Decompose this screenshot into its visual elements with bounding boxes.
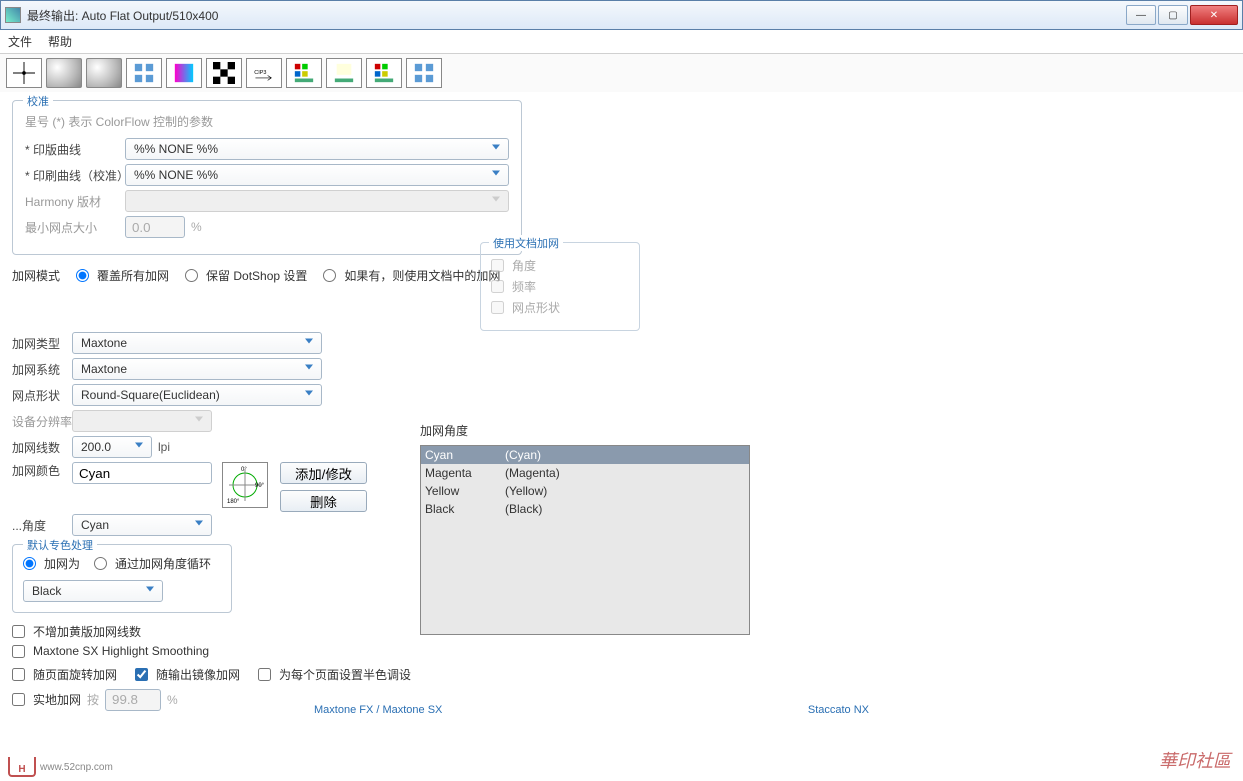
grid-tool-2-icon[interactable] [406,58,442,88]
colorflow-note: 星号 (*) 表示 ColorFlow 控制的参数 [25,113,509,130]
gradient-tool-icon[interactable] [166,58,202,88]
maxtone-sx-smoothing-check[interactable]: Maxtone SX Highlight Smoothing [12,644,1231,658]
rotate-with-page-check[interactable]: 随页面旋转加网 [12,666,117,683]
list-item[interactable]: Yellow(Yellow) [421,482,749,500]
doc-screen-group: 使用文档加网 角度 频率 网点形状 [480,242,640,331]
spot-cycle-radio[interactable]: 通过加网角度循环 [94,555,211,572]
mode-keep-dotshop-radio[interactable]: 保留 DotShop 设置 [185,267,307,284]
doc-freq-check: 频率 [491,278,629,295]
doc-shape-check: 网点形状 [491,299,629,316]
screen-color-input[interactable] [72,462,212,484]
app-icon [5,7,21,23]
menu-bar: 文件 帮助 [0,30,1243,54]
screen-lines-label: 加网线数 [12,439,72,456]
harmony-dropdown [125,190,509,212]
menu-help[interactable]: 帮助 [48,33,72,50]
footer-links: Maxtone FX / Maxtone SX Staccato NX [0,704,1243,716]
watermark-url: www.52cnp.com [40,762,113,773]
svg-text:180°: 180° [227,499,240,505]
doc-angle-check: 角度 [491,257,629,274]
spot-screen-as-radio[interactable]: 加网为 [23,555,80,572]
watermark-url-group: H www.52cnp.com [8,757,113,777]
mindot-input [125,216,185,238]
grid-tool-icon[interactable] [126,58,162,88]
doc-screen-legend: 使用文档加网 [489,235,563,251]
watermark-logo-icon: H [8,757,36,777]
mode-override-radio[interactable]: 覆盖所有加网 [76,267,169,284]
swatch-tool-2-icon[interactable] [326,58,362,88]
screen-system-label: 加网系统 [12,361,72,378]
angle-listbox[interactable]: Cyan(Cyan) Magenta(Magenta) Yellow(Yello… [420,445,750,635]
spot-color-fieldset: 默认专色处理 加网为 通过加网角度循环 Black [12,544,232,613]
screening-mode-label: 加网模式 [12,267,60,284]
menu-file[interactable]: 文件 [8,33,32,50]
mindot-unit: % [191,220,202,234]
plate-curve-label: * 印版曲线 [25,141,125,158]
list-item[interactable]: Magenta(Magenta) [421,464,749,482]
title-bar: 最终输出: Auto Flat Output/510x400 — ▢ ✕ [0,0,1243,30]
maximize-button[interactable]: ▢ [1158,5,1188,25]
at-angle-dropdown[interactable]: Cyan [72,514,212,536]
swatch-tool-1-icon[interactable] [286,58,322,88]
toolbar: CIP3 [0,54,1243,92]
mirror-with-output-check[interactable]: 随输出镜像加网 [135,666,240,683]
minimize-button[interactable]: — [1126,5,1156,25]
maxtone-link[interactable]: Maxtone FX / Maxtone SX [314,704,442,716]
at-angle-label: ...角度 [12,517,72,534]
spot-color-dropdown[interactable]: Black [23,580,163,602]
device-res-label: 设备分辨率 [12,413,72,430]
calibration-fieldset: 校准 星号 (*) 表示 ColorFlow 控制的参数 * 印版曲线 %% N… [12,100,522,255]
calibration-legend: 校准 [23,93,53,109]
screen-color-label: 加网颜色 [12,462,72,479]
svg-text:0°: 0° [241,467,247,473]
cip3-tool-icon[interactable]: CIP3 [246,58,282,88]
dot-shape-label: 网点形状 [12,387,72,404]
plate-curve-dropdown[interactable]: %% NONE %% [125,138,509,160]
screen-type-dropdown[interactable]: Maxtone [72,332,322,354]
print-curve-dropdown[interactable]: %% NONE %% [125,164,509,186]
svg-text:CIP3: CIP3 [254,70,266,76]
angle-wheel-icon[interactable]: 0° 90° 180° [222,462,268,508]
list-item[interactable]: Black(Black) [421,500,749,518]
spot-legend: 默认专色处理 [23,537,97,553]
dot-shape-dropdown[interactable]: Round-Square(Euclidean) [72,384,322,406]
swatch-tool-3-icon[interactable] [366,58,402,88]
screen-lines-dropdown[interactable]: 200.0 [72,436,152,458]
sphere-tool-1-icon[interactable] [46,58,82,88]
print-curve-label: * 印刷曲线（校准） [25,167,125,184]
svg-text:90°: 90° [255,483,265,489]
staccato-link[interactable]: Staccato NX [808,704,869,716]
close-button[interactable]: ✕ [1190,5,1238,25]
add-modify-button[interactable]: 添加/修改 [280,462,367,484]
mode-use-doc-radio[interactable]: 如果有，则使用文档中的加网 [323,267,500,284]
angle-section: 加网角度 Cyan(Cyan) Magenta(Magenta) Yellow(… [420,422,750,635]
device-res-dropdown [72,410,212,432]
per-page-halftone-check[interactable]: 为每个页面设置半色调设 [258,666,411,683]
window-title: 最终输出: Auto Flat Output/510x400 [27,7,1126,24]
mindot-label: 最小网点大小 [25,219,125,236]
window-controls: — ▢ ✕ [1126,5,1238,25]
screen-system-dropdown[interactable]: Maxtone [72,358,322,380]
content-area: 校准 星号 (*) 表示 ColorFlow 控制的参数 * 印版曲线 %% N… [0,92,1243,720]
checker-tool-icon[interactable] [206,58,242,88]
lines-unit: lpi [158,440,170,454]
screen-type-label: 加网类型 [12,335,72,352]
watermark-text: 華印社區 [1159,747,1231,773]
delete-button[interactable]: 删除 [280,490,367,512]
target-tool-icon[interactable] [6,58,42,88]
harmony-label: Harmony 版材 [25,193,125,210]
sphere-tool-2-icon[interactable] [86,58,122,88]
list-item[interactable]: Cyan(Cyan) [421,446,749,464]
angle-wheel-group: 0° 90° 180° [222,462,268,508]
angle-list-label: 加网角度 [420,422,750,439]
